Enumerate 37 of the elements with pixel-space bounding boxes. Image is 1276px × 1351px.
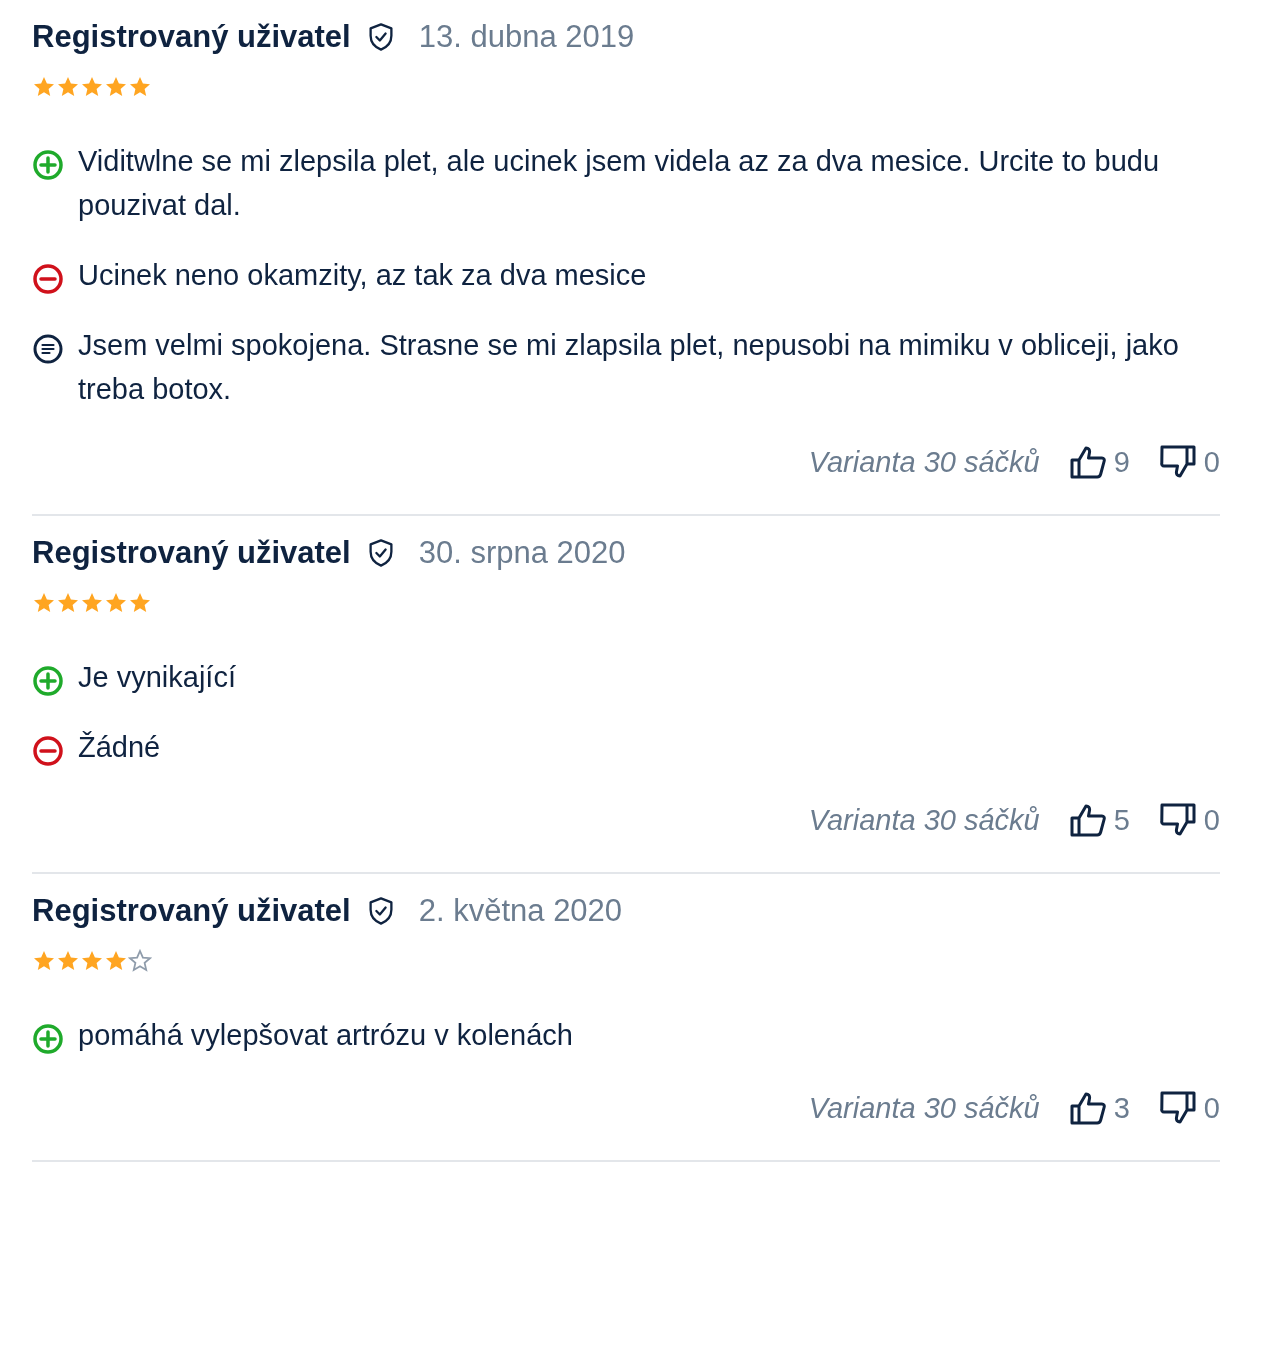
variant-label: Varianta 30 sáčků [808,444,1040,480]
plus-circle-icon [32,148,64,181]
plus-circle-icon [32,1022,64,1055]
review-date: 30. srpna 2020 [418,534,626,572]
like-button[interactable]: 5 [1069,798,1130,842]
thumbs-up-icon [1069,445,1106,480]
author-name: Registrovaný uživatel [32,892,351,930]
review-text: Ucinek neno okamzity, az tak za dva mesice [78,257,647,293]
review-text: pomáhá vylepšovat artrózu v kolenách [78,1017,573,1053]
review-text: Žádné [78,729,161,765]
shield-check-icon [366,896,395,927]
author-name: Registrovaný uživatel [32,18,351,56]
dislike-button[interactable]: 0 [1159,1086,1220,1130]
minus-circle-icon [32,734,64,767]
review-text: Je vynikající [78,659,236,695]
review-date: 13. dubna 2019 [418,18,635,56]
shield-check-icon [366,22,395,53]
review-date: 2. května 2020 [418,892,623,930]
variant-label: Varianta 30 sáčků [808,802,1040,838]
thumbs-down-icon [1159,803,1196,838]
minus-circle-icon [32,262,64,295]
thumbs-down-icon [1159,445,1196,480]
shield-check-icon [366,538,395,569]
variant-label: Varianta 30 sáčků [808,1090,1040,1126]
star-empty-icon [128,948,152,973]
thumbs-up-icon [1069,1091,1106,1126]
review-text: Viditwlne se mi zlepsila plet, ale ucinek jsem videla az za dva mesice. Urcite to budu pouzivat dal. [78,143,1161,223]
thumbs-up-icon [1069,803,1106,838]
author-name: Registrovaný uživatel [32,534,351,572]
dislike-button[interactable]: 0 [1159,798,1220,842]
plus-circle-icon [32,664,64,697]
review-text: Jsem velmi spokojena. Strasne se mi zlapsila plet, nepusobi na mimiku v obliceji, jako treba botox. [78,327,1180,407]
like-button[interactable]: 3 [1069,1086,1130,1130]
like-button[interactable]: 9 [1069,440,1130,484]
comment-circle-icon [32,332,64,365]
thumbs-down-icon [1159,1091,1196,1126]
dislike-button[interactable]: 0 [1159,440,1220,484]
